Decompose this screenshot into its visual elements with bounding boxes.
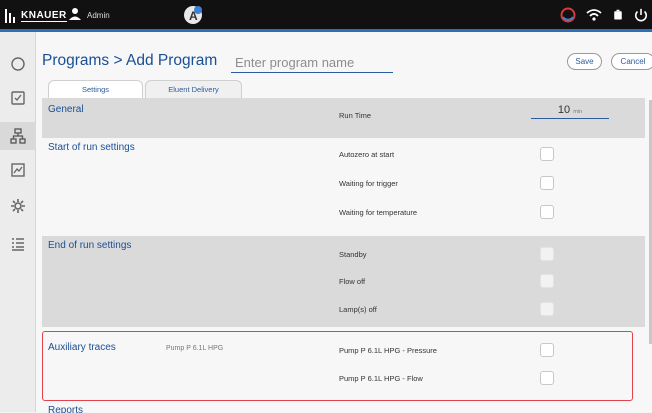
brand-name: KNAUER (21, 10, 67, 22)
breadcrumb: Programs > Add Program (42, 52, 218, 69)
run-time-input[interactable]: 10 min (531, 104, 609, 119)
run-time-unit: min (573, 109, 583, 115)
checklist-icon (11, 91, 25, 105)
network-icon (10, 128, 26, 144)
user-name[interactable]: Admin (87, 11, 110, 20)
section-start-of-run: Start of run settings Autozero at start … (42, 138, 645, 232)
tab-eluent-delivery[interactable]: Eluent Delivery (145, 80, 242, 98)
run-time-label: Run Time (339, 111, 372, 120)
lamps-off-checkbox[interactable] (540, 302, 554, 316)
row-label: Waiting for trigger (339, 179, 398, 188)
knauer-logo-icon (5, 9, 15, 23)
section-title: General (48, 104, 84, 115)
program-name-input[interactable] (231, 52, 393, 73)
sidebar-item-lists[interactable] (0, 230, 36, 258)
section-title: End of run settings (48, 240, 132, 251)
run-time-value: 10 (557, 104, 571, 116)
row-label: Lamp(s) off (339, 305, 377, 314)
sidebar-item-settings[interactable] (0, 192, 36, 220)
row-label: Flow off (339, 277, 366, 286)
battery-icon (614, 9, 622, 20)
sidebar-item-status[interactable] (0, 50, 36, 78)
highlight-frame (42, 331, 633, 401)
row-label: Waiting for temperature (339, 208, 418, 217)
sidebar (0, 32, 36, 412)
standby-checkbox[interactable] (540, 247, 554, 261)
section-end-of-run: End of run settings Standby Flow off Lam… (42, 236, 645, 327)
assistant-badge-icon[interactable]: A (183, 5, 203, 25)
chart-icon (11, 163, 25, 177)
autozero-checkbox[interactable] (540, 147, 554, 161)
save-button[interactable]: Save (567, 53, 602, 70)
wifi-icon (586, 9, 602, 21)
waiting-temperature-checkbox[interactable] (540, 205, 554, 219)
section-title: Start of run settings (48, 142, 135, 153)
section-general: General Run Time 10 min (42, 98, 645, 138)
list-icon (12, 238, 24, 251)
status-icons (560, 7, 648, 23)
power-status-icon[interactable] (560, 7, 576, 23)
main-content: Programs > Add Program Save Cancel Setti… (36, 32, 652, 413)
flow-off-checkbox[interactable] (540, 274, 554, 288)
power-icon[interactable] (634, 7, 648, 23)
waiting-trigger-checkbox[interactable] (540, 176, 554, 190)
sidebar-item-tasks[interactable] (0, 84, 36, 112)
sidebar-item-chromatogram[interactable] (0, 156, 36, 184)
user-icon[interactable] (68, 7, 82, 21)
row-label: Autozero at start (339, 150, 395, 159)
circle-icon (11, 57, 25, 71)
gear-icon (11, 199, 25, 213)
row-label: Standby (339, 250, 367, 259)
sidebar-item-programs[interactable] (0, 122, 36, 150)
top-bar: KNAUER Admin A (0, 0, 652, 32)
tab-settings[interactable]: Settings (48, 80, 143, 98)
cancel-button[interactable]: Cancel (611, 53, 652, 70)
